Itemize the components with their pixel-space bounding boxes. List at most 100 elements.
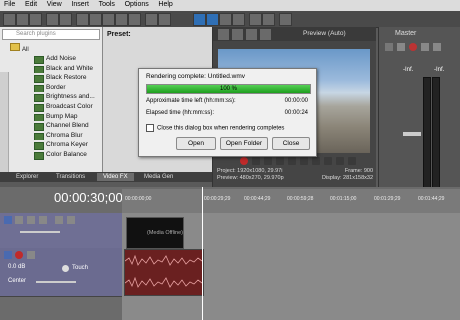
ruler-tick: 00:00:59;28 [287, 196, 314, 202]
composite-mode-icon[interactable] [39, 216, 47, 224]
play-icon[interactable] [276, 157, 284, 165]
menu-options[interactable]: Options [121, 0, 153, 9]
open-folder-button[interactable]: Open Folder [220, 137, 268, 150]
loop-icon[interactable] [252, 157, 260, 165]
ruler-tick: 00:00:29;29 [204, 196, 231, 202]
plugin-item[interactable]: Add Noise [32, 54, 102, 64]
video-clip[interactable]: (Media Offline) [126, 217, 184, 249]
checkbox-box[interactable] [146, 124, 154, 132]
preview-res-info: Preview: 480x270, 29.970p [217, 175, 284, 181]
tab-media-generators[interactable]: Media Gen [138, 173, 179, 181]
properties-icon[interactable] [59, 13, 72, 26]
external-monitor-icon[interactable] [259, 28, 272, 41]
menu-view[interactable]: View [43, 0, 66, 9]
mute-icon[interactable] [421, 43, 429, 51]
pan-slider[interactable] [36, 281, 76, 283]
redo-icon[interactable] [128, 13, 141, 26]
zoom-tool-icon[interactable] [232, 13, 245, 26]
cut-icon[interactable] [76, 13, 89, 26]
lock-envelopes-icon[interactable] [249, 13, 262, 26]
audio-clip[interactable] [124, 249, 204, 296]
level-slider[interactable] [20, 231, 60, 233]
plugin-item[interactable]: Chroma Blur [32, 131, 102, 141]
snap-icon[interactable] [145, 13, 158, 26]
master-bus-panel: Master -Inf. -Inf. [378, 27, 460, 207]
master-meter-left [423, 77, 431, 199]
master-fader-right[interactable] [412, 132, 421, 136]
auto-crossfade-icon[interactable] [158, 13, 171, 26]
preview-properties-icon[interactable] [217, 28, 230, 41]
plugin-item[interactable]: Black Restore [32, 73, 102, 83]
automation-gear-icon[interactable] [62, 265, 69, 272]
plugin-item[interactable]: Broadcast Color [32, 102, 102, 112]
tab-video-fx[interactable]: Video FX [97, 173, 134, 181]
master-label: Master [395, 30, 417, 37]
split-screen-icon[interactable] [231, 28, 244, 41]
preview-quality-dropdown[interactable]: Preview (Auto) [303, 30, 346, 37]
solo-icon[interactable] [67, 216, 75, 224]
tab-explorer[interactable]: Explorer [10, 173, 44, 181]
arm-record-icon[interactable] [15, 251, 23, 259]
menu-tools[interactable]: Tools [95, 0, 119, 9]
normal-edit-tool-icon[interactable] [193, 13, 206, 26]
menu-file[interactable]: File [0, 0, 19, 9]
plugin-item[interactable]: Channel Blend [32, 121, 102, 131]
audio-track-header[interactable]: 0.0 dB Touch Center [0, 248, 122, 297]
plugin-item[interactable]: Border [32, 83, 102, 93]
render-icon[interactable] [46, 13, 59, 26]
plugin-folder-all[interactable]: All [10, 43, 29, 53]
stop-icon[interactable] [300, 157, 308, 165]
next-frame-icon[interactable] [348, 157, 356, 165]
open-icon[interactable] [16, 13, 29, 26]
menu-insert[interactable]: Insert [67, 0, 93, 9]
track-fx-icon[interactable] [27, 216, 35, 224]
track-motion-icon[interactable] [15, 216, 23, 224]
plugin-list: Add Noise Black and White Black Restore … [32, 54, 102, 160]
pause-icon[interactable] [288, 157, 296, 165]
master-fader-left[interactable] [403, 132, 412, 136]
go-to-start-icon[interactable] [312, 157, 320, 165]
tab-transitions[interactable]: Transitions [50, 173, 91, 181]
help-icon[interactable] [279, 13, 292, 26]
plugin-item[interactable]: Black and White [32, 64, 102, 74]
paste-icon[interactable] [102, 13, 115, 26]
play-from-start-icon[interactable] [264, 157, 272, 165]
mixer-icon[interactable] [385, 43, 393, 51]
copy-icon[interactable] [89, 13, 102, 26]
previous-frame-icon[interactable] [336, 157, 344, 165]
preset-label: Preset: [107, 31, 131, 38]
close-button[interactable]: Close [272, 137, 310, 150]
undo-icon[interactable] [115, 13, 128, 26]
plugin-scrollbar[interactable] [0, 72, 9, 172]
save-icon[interactable] [29, 13, 42, 26]
menu-bar: File Edit View Insert Tools Options Help [0, 0, 460, 11]
automation-mode[interactable]: Touch [72, 265, 88, 271]
plugin-item[interactable]: Bump Map [32, 112, 102, 122]
timeline-cursor[interactable] [202, 187, 203, 320]
video-track-header[interactable] [0, 213, 122, 249]
overlays-icon[interactable] [245, 28, 258, 41]
automation-icon[interactable] [409, 43, 417, 51]
selection-tool-icon[interactable] [219, 13, 232, 26]
track-fx-icon[interactable] [27, 251, 35, 259]
plugin-item[interactable]: Chroma Keyer [32, 140, 102, 150]
go-to-end-icon[interactable] [324, 157, 332, 165]
new-project-icon[interactable] [3, 13, 16, 26]
open-button[interactable]: Open [176, 137, 216, 150]
master-fx-icon[interactable] [397, 43, 405, 51]
menu-edit[interactable]: Edit [21, 0, 41, 9]
solo-icon[interactable] [433, 43, 441, 51]
render-progress-bar: 100 % [146, 84, 311, 94]
ignore-grouping-icon[interactable] [262, 13, 275, 26]
ruler-tick: 00:01:29;29 [374, 196, 401, 202]
ruler-tick: 00:01:44;29 [418, 196, 445, 202]
plugin-item[interactable]: Color Balance [32, 150, 102, 160]
record-icon[interactable] [240, 157, 248, 165]
menu-help[interactable]: Help [154, 0, 176, 9]
mute-icon[interactable] [55, 216, 63, 224]
plugin-item[interactable]: Brightness and... [32, 92, 102, 102]
timeline-ruler[interactable]: 00:00:00;00 00:00:29;29 00:00:44;29 00:0… [122, 189, 460, 214]
envelope-tool-icon[interactable] [206, 13, 219, 26]
close-when-complete-checkbox[interactable]: Close this dialog box when rendering com… [146, 124, 284, 132]
plugin-search-input[interactable]: Search plugins [2, 29, 100, 40]
